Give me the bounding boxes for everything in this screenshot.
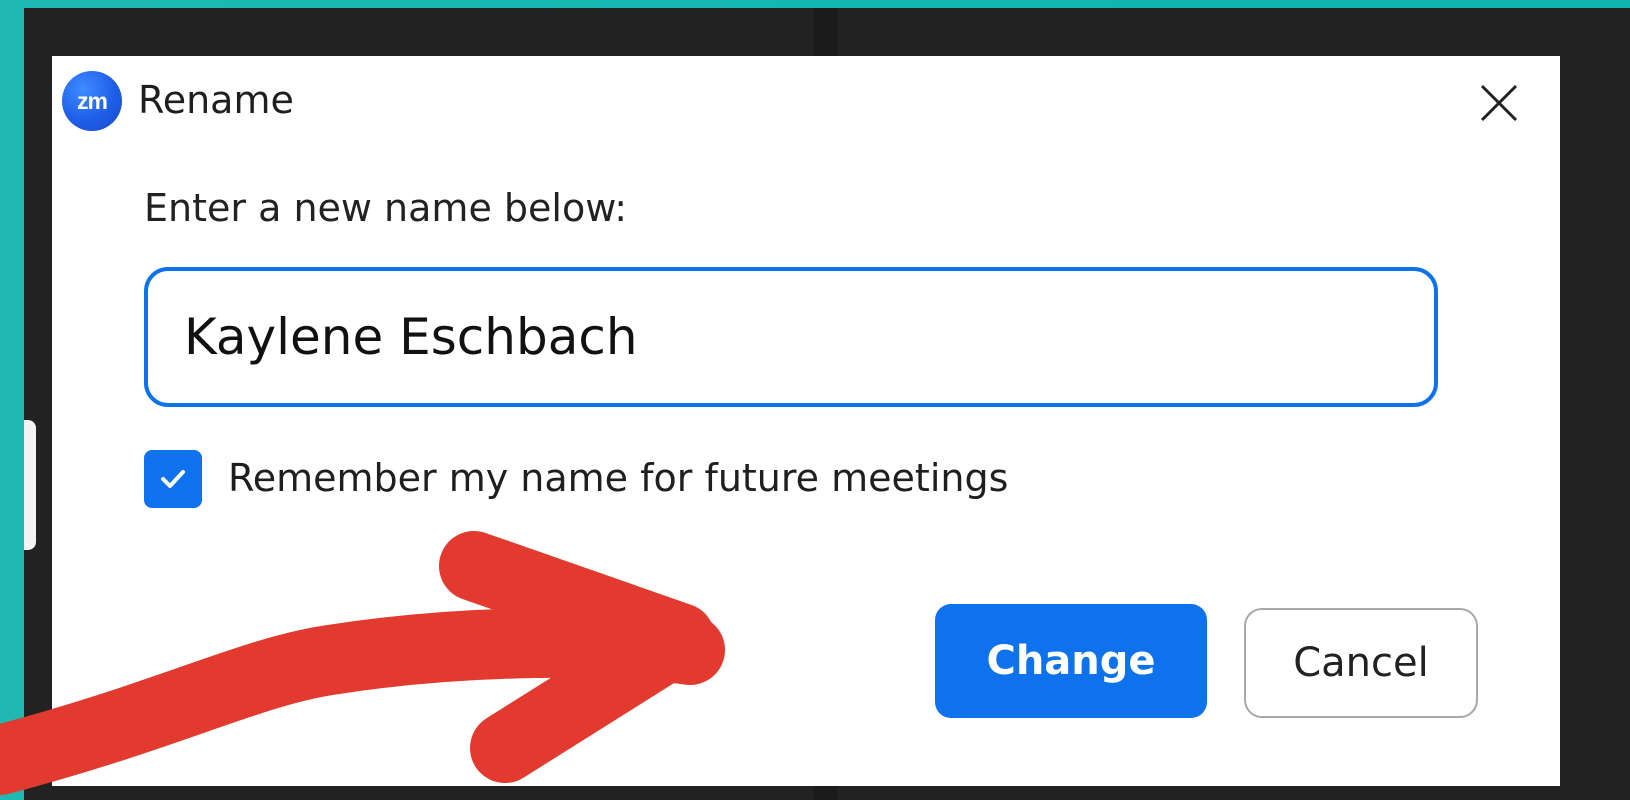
- close-icon: [1480, 84, 1518, 122]
- name-input[interactable]: [144, 267, 1438, 407]
- remember-name-label: Remember my name for future meetings: [228, 456, 1009, 500]
- dialog-title: Rename: [138, 78, 294, 122]
- name-prompt-label: Enter a new name below:: [144, 186, 628, 230]
- remember-name-checkbox[interactable]: [144, 450, 202, 508]
- rename-dialog: zm Rename Enter a new name below: Rememb…: [52, 56, 1560, 786]
- zoom-logo-icon: zm: [62, 71, 122, 131]
- close-button[interactable]: [1470, 74, 1528, 132]
- checkmark-icon: [161, 470, 185, 488]
- dialog-title-bar: zm Rename: [52, 56, 1560, 152]
- background-edge-shape: [24, 420, 36, 550]
- cancel-button[interactable]: Cancel: [1244, 608, 1478, 718]
- change-button[interactable]: Change: [935, 604, 1207, 718]
